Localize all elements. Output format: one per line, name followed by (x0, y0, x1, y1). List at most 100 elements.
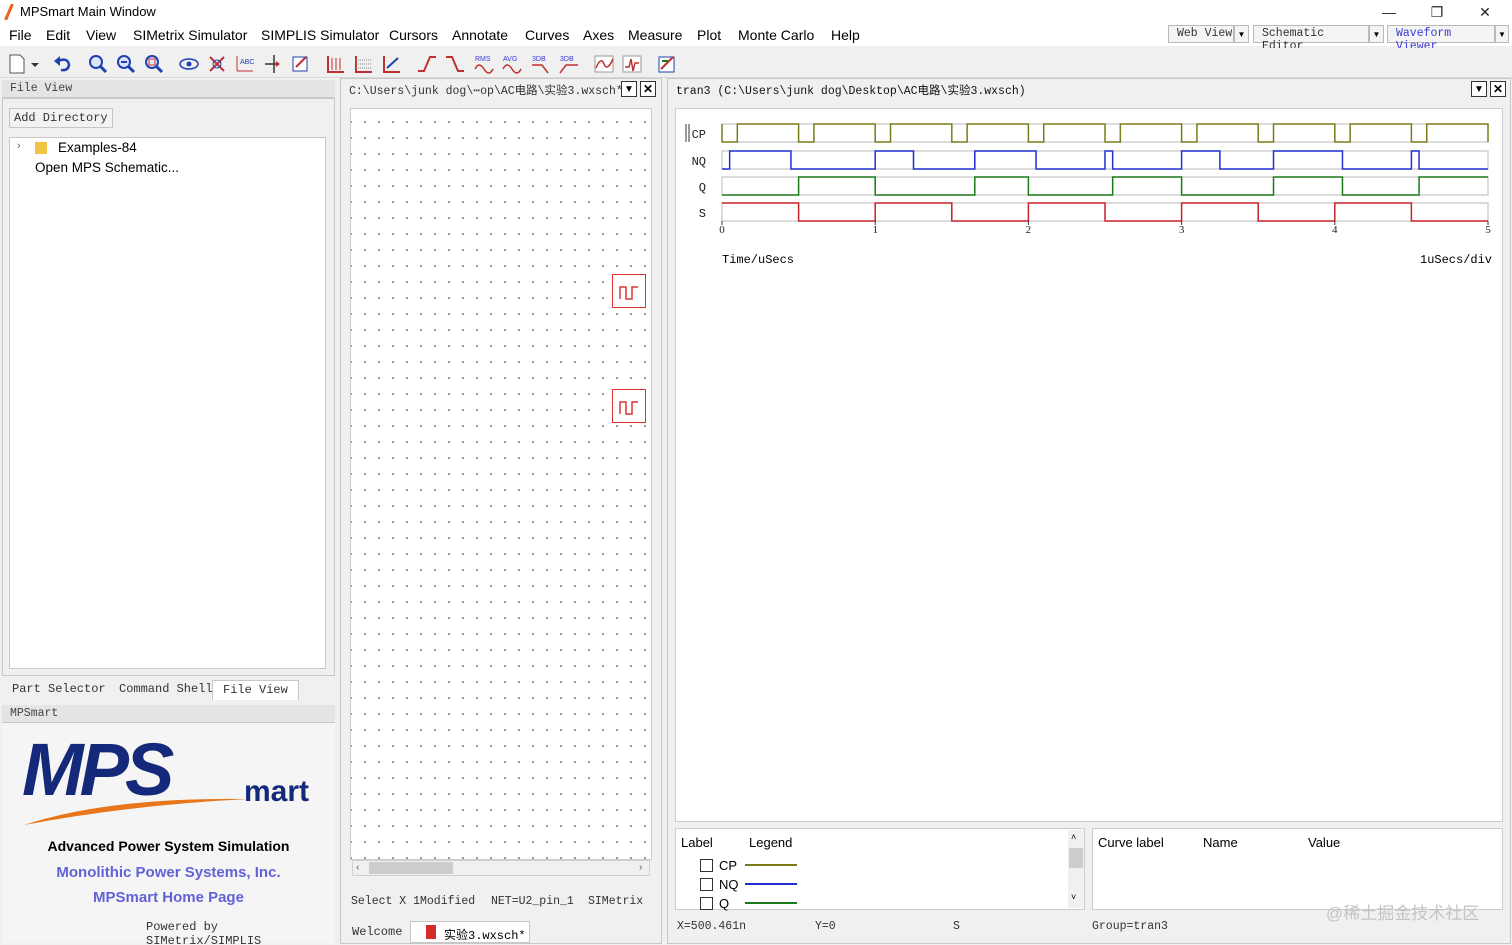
3db-low-icon[interactable]: 3DB (530, 53, 552, 75)
spectrum-icon[interactable] (621, 53, 643, 75)
title-bar: MPSmart Main Window — ❐ ✕ (0, 0, 1512, 24)
tagline: Advanced Power System Simulation (47, 838, 290, 854)
chevron-down-icon: ▼ (1372, 29, 1381, 39)
legend-col-label: Label (681, 835, 713, 850)
schematic-file-icon (426, 925, 436, 939)
show-icon[interactable] (178, 53, 200, 75)
tab-command-shell[interactable]: Command Shell (109, 680, 223, 700)
app-logo-icon (4, 4, 14, 20)
x-axis-label: Time/uSecs (722, 253, 795, 267)
delete-curve-icon[interactable] (206, 53, 228, 75)
label-curve-icon[interactable]: ABC (234, 53, 256, 75)
grid-icon[interactable] (353, 53, 375, 75)
status-s: S (953, 920, 960, 933)
rise-icon[interactable] (416, 53, 438, 75)
menu-edit[interactable]: Edit (46, 27, 70, 43)
waveform-close-button[interactable]: ✕ (1490, 81, 1506, 97)
menu-view[interactable]: View (86, 27, 116, 43)
schematic-hscrollbar[interactable]: ‹ › (352, 860, 650, 876)
schematic-canvas[interactable] (350, 108, 652, 860)
close-icon: ✕ (642, 82, 654, 96)
schematic-editor-dropdown[interactable]: ▼ (1369, 25, 1384, 43)
annotate-icon[interactable] (290, 53, 312, 75)
fourier-icon[interactable] (593, 53, 615, 75)
legend-checkbox[interactable] (700, 897, 713, 911)
menu-curves[interactable]: Curves (525, 27, 569, 43)
zoom-fit-icon[interactable] (87, 53, 109, 75)
trace-label-nq: NQ (692, 155, 706, 169)
tree-item-open-schematic[interactable]: Open MPS Schematic... (35, 160, 179, 175)
legend-item-label: Q (719, 896, 730, 912)
waveform-viewer-dropdown[interactable]: ▼ (1495, 25, 1509, 43)
menu-monte-carlo[interactable]: Monte Carlo (738, 27, 814, 43)
minimize-button[interactable]: — (1366, 0, 1412, 24)
cursor-icon[interactable] (262, 53, 284, 75)
rms-icon[interactable]: RMS (473, 53, 495, 75)
legend-col-legend: Legend (749, 835, 793, 850)
waveform-menu-button[interactable]: ▼ (1471, 81, 1487, 97)
chevron-down-icon: ▼ (1474, 83, 1484, 95)
menu-cursors[interactable]: Cursors (389, 27, 438, 43)
file-view-header: File View (2, 80, 335, 98)
probe-symbol[interactable] (612, 274, 646, 308)
schematic-editor-button[interactable]: Schematic Editor (1253, 25, 1369, 53)
legend-checkbox[interactable] (700, 878, 713, 892)
legend-checkbox[interactable] (700, 859, 713, 873)
menu-file[interactable]: File (9, 27, 32, 43)
expand-arrow-icon[interactable]: › (17, 140, 21, 152)
scroll-up-icon[interactable]: ˄ (1071, 832, 1076, 842)
zoom-box-icon[interactable] (143, 53, 165, 75)
status-group: Group=tran3 (1092, 920, 1168, 933)
tab-file-view[interactable]: File View (212, 680, 299, 700)
legend-scrollbar[interactable]: ˄ ˅ (1068, 830, 1084, 908)
tree-item-examples[interactable]: Examples-84 (58, 140, 137, 155)
menu-help[interactable]: Help (831, 27, 860, 43)
menu-simplis[interactable]: SIMPLIS Simulator (261, 27, 379, 43)
measure-icon[interactable] (656, 53, 678, 75)
menu-measure[interactable]: Measure (628, 27, 682, 43)
close-button[interactable]: ✕ (1462, 0, 1508, 24)
menu-plot[interactable]: Plot (697, 27, 721, 43)
axes-icon[interactable] (381, 53, 403, 75)
waveform-viewer-button[interactable]: Waveform Viewer (1387, 25, 1495, 53)
add-directory-button[interactable]: Add Directory (9, 108, 113, 128)
web-view-dropdown[interactable]: ▼ (1234, 25, 1249, 43)
legend-line-swatch (745, 883, 797, 885)
mpsmart-panel: MPS mart Advanced Power System Simulatio… (2, 723, 335, 945)
scroll-left-icon[interactable]: ‹ (356, 862, 359, 873)
new-dropdown-icon[interactable] (29, 53, 41, 75)
schematic-menu-button[interactable]: ▼ (621, 81, 637, 97)
menu-annotate[interactable]: Annotate (452, 27, 508, 43)
waveform-plot[interactable]: CP NQ Q S 0 1 2 3 4 5 Time/uSecs 1uSecs/div (675, 108, 1503, 822)
status-x: X=500.461n (677, 920, 747, 933)
probe-waveform-icon (619, 401, 638, 415)
scroll-thumb[interactable] (1069, 848, 1083, 868)
company-link[interactable]: Monolithic Power Systems, Inc. (2, 864, 335, 881)
scroll-down-icon[interactable]: ˅ (1071, 892, 1076, 902)
web-view-button[interactable]: Web View (1168, 25, 1234, 43)
fall-icon[interactable] (444, 53, 466, 75)
menu-simetrix[interactable]: SIMetrix Simulator (133, 27, 247, 43)
schematic-close-button[interactable]: ✕ (640, 81, 656, 97)
new-graph-icon[interactable] (325, 53, 347, 75)
x-tick-label: 3 (1179, 224, 1185, 236)
menu-axes[interactable]: Axes (583, 27, 614, 43)
zoom-out-icon[interactable] (115, 53, 137, 75)
rms-label: RMS (475, 56, 491, 63)
homepage-link[interactable]: MPSmart Home Page (2, 889, 335, 906)
avg-icon[interactable]: AVG (501, 53, 523, 75)
scroll-thumb[interactable] (369, 862, 453, 874)
tab-welcome[interactable]: Welcome (342, 923, 412, 943)
scroll-right-icon[interactable]: › (639, 862, 642, 873)
new-file-icon[interactable] (6, 53, 28, 75)
mps-logo-sub: mart (244, 775, 310, 808)
tab-schematic-file[interactable]: 实验3.wxsch* (410, 921, 530, 943)
chevron-down-icon: ▼ (1237, 29, 1246, 39)
schematic-status-select: Select X 1 (351, 895, 421, 908)
3db-label: 3DB (560, 56, 574, 63)
3db-high-icon[interactable]: 3DB (558, 53, 580, 75)
tab-part-selector[interactable]: Part Selector (2, 680, 116, 700)
undo-icon[interactable] (52, 53, 74, 75)
probe-symbol[interactable] (612, 389, 646, 423)
restore-button[interactable]: ❐ (1414, 0, 1460, 24)
